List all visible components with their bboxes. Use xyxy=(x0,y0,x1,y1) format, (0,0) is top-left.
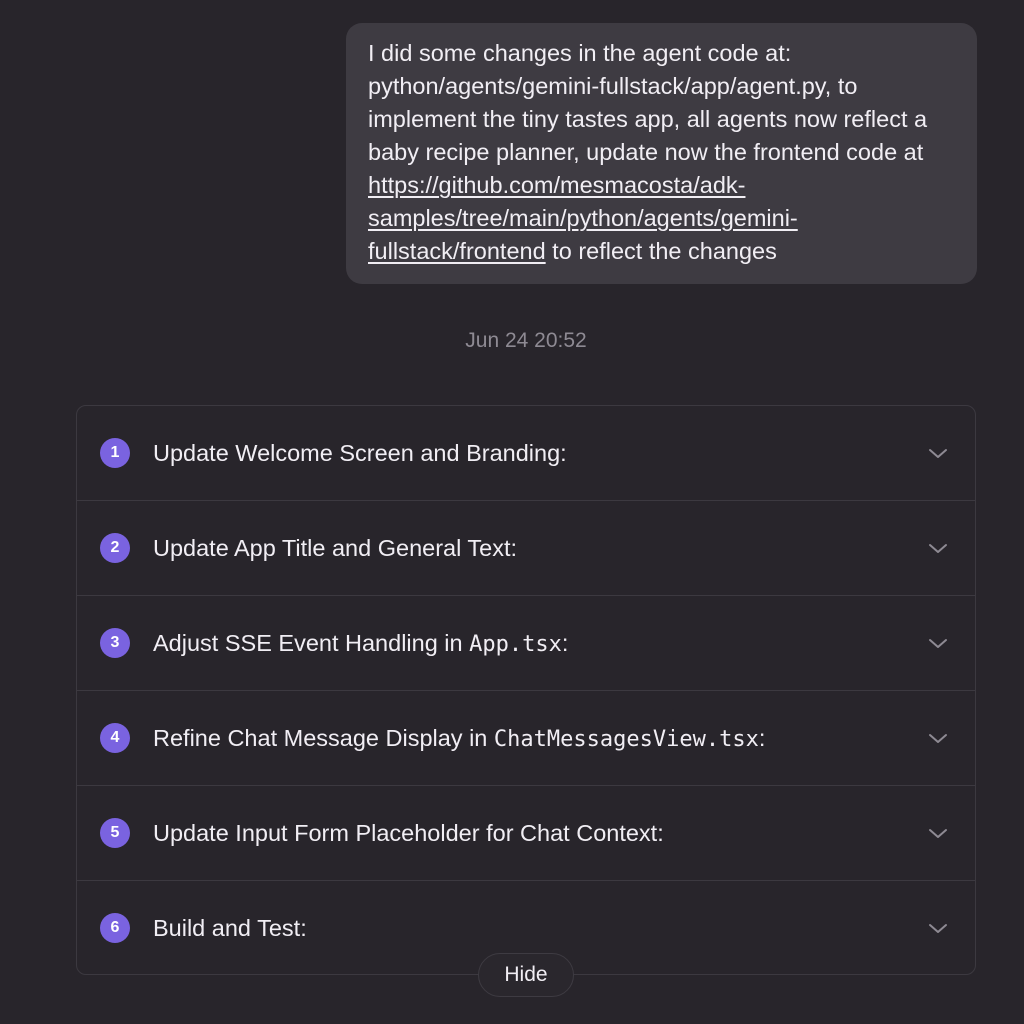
plan-step-3[interactable]: 3 Adjust SSE Event Handling in App.tsx: xyxy=(77,596,975,691)
user-message-bubble: I did some changes in the agent code at:… xyxy=(346,23,977,284)
step-title: Update Input Form Placeholder for Chat C… xyxy=(153,820,664,846)
chevron-down-icon[interactable] xyxy=(927,822,949,844)
step-number-badge: 2 xyxy=(100,533,130,563)
user-message-text-end: to reflect the changes xyxy=(545,238,777,264)
plan-step-2[interactable]: 2 Update App Title and General Text: xyxy=(77,501,975,596)
message-timestamp: Jun 24 20:52 xyxy=(465,329,587,352)
step-number-badge: 6 xyxy=(100,913,130,943)
step-title: Adjust SSE Event Handling in App.tsx: xyxy=(153,630,569,657)
step-number-badge: 4 xyxy=(100,723,130,753)
chat-page: I did some changes in the agent code at:… xyxy=(0,0,1024,1024)
step-title: Update App Title and General Text: xyxy=(153,535,518,561)
hide-button[interactable]: Hide xyxy=(478,953,574,997)
step-title: Update Welcome Screen and Branding: xyxy=(153,440,567,466)
step-number-badge: 3 xyxy=(100,628,130,658)
chevron-down-icon[interactable] xyxy=(927,442,949,464)
chevron-down-icon[interactable] xyxy=(927,537,949,559)
step-number-badge: 5 xyxy=(100,818,130,848)
user-message-text: I did some changes in the agent code at:… xyxy=(368,40,934,165)
plan-step-5[interactable]: 5 Update Input Form Placeholder for Chat… xyxy=(77,786,975,881)
step-title: Build and Test: xyxy=(153,915,307,941)
step-title: Refine Chat Message Display in ChatMessa… xyxy=(153,725,766,752)
plan-steps-card: 1 Update Welcome Screen and Branding: 2 … xyxy=(76,405,976,975)
chevron-down-icon[interactable] xyxy=(927,917,949,939)
plan-step-1[interactable]: 1 Update Welcome Screen and Branding: xyxy=(77,406,975,501)
plan-step-4[interactable]: 4 Refine Chat Message Display in ChatMes… xyxy=(77,691,975,786)
chevron-down-icon[interactable] xyxy=(927,632,949,654)
chevron-down-icon[interactable] xyxy=(927,727,949,749)
step-number-badge: 1 xyxy=(100,438,130,468)
